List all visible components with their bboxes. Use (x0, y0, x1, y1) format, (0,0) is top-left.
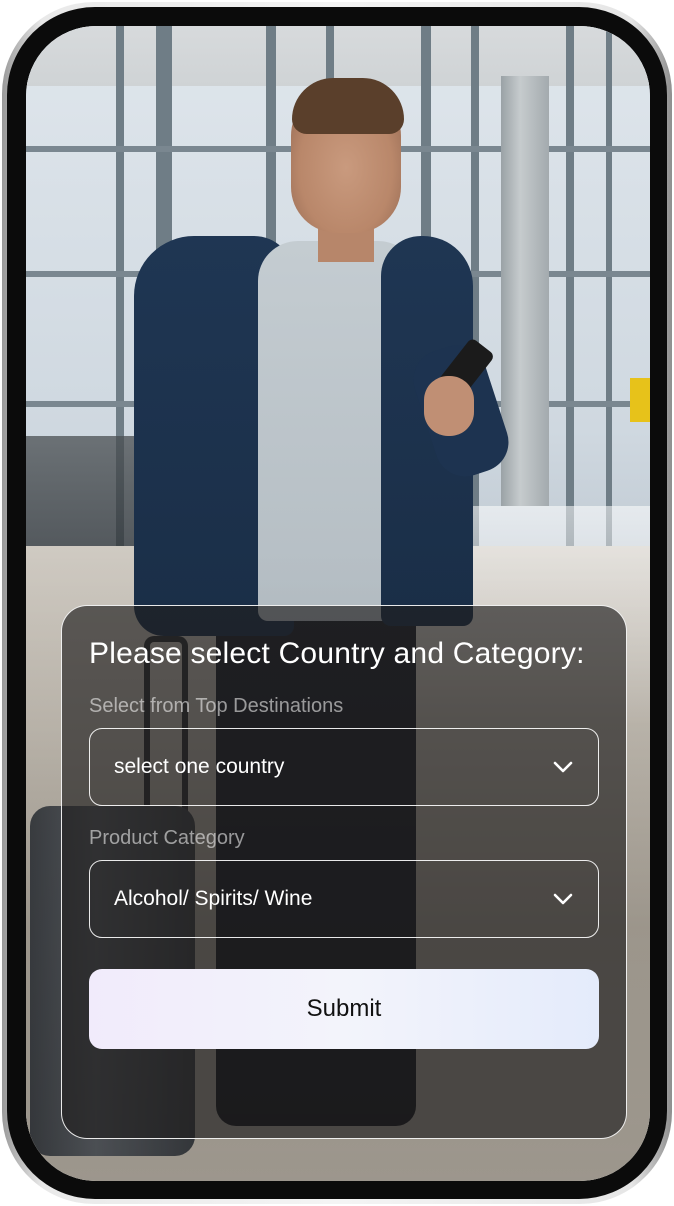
phone-bezel: Please select Country and Category: Sele… (7, 7, 667, 1199)
form-title: Please select Country and Category: (89, 637, 585, 670)
country-select[interactable]: select one country (89, 728, 599, 806)
category-field-label: Product Category (89, 827, 245, 849)
selection-form-card: Please select Country and Category: Sele… (61, 605, 627, 1139)
chevron-down-icon (552, 760, 574, 774)
phone-frame: Please select Country and Category: Sele… (2, 2, 672, 1204)
country-field-label: Select from Top Destinations (89, 695, 344, 717)
submit-button[interactable]: Submit (89, 969, 599, 1049)
chevron-down-icon (552, 892, 574, 906)
category-select[interactable]: Alcohol/ Spirits/ Wine (89, 860, 599, 938)
category-select-value: Alcohol/ Spirits/ Wine (114, 887, 313, 910)
phone-screen: Please select Country and Category: Sele… (26, 26, 650, 1181)
country-select-value: select one country (114, 755, 285, 778)
